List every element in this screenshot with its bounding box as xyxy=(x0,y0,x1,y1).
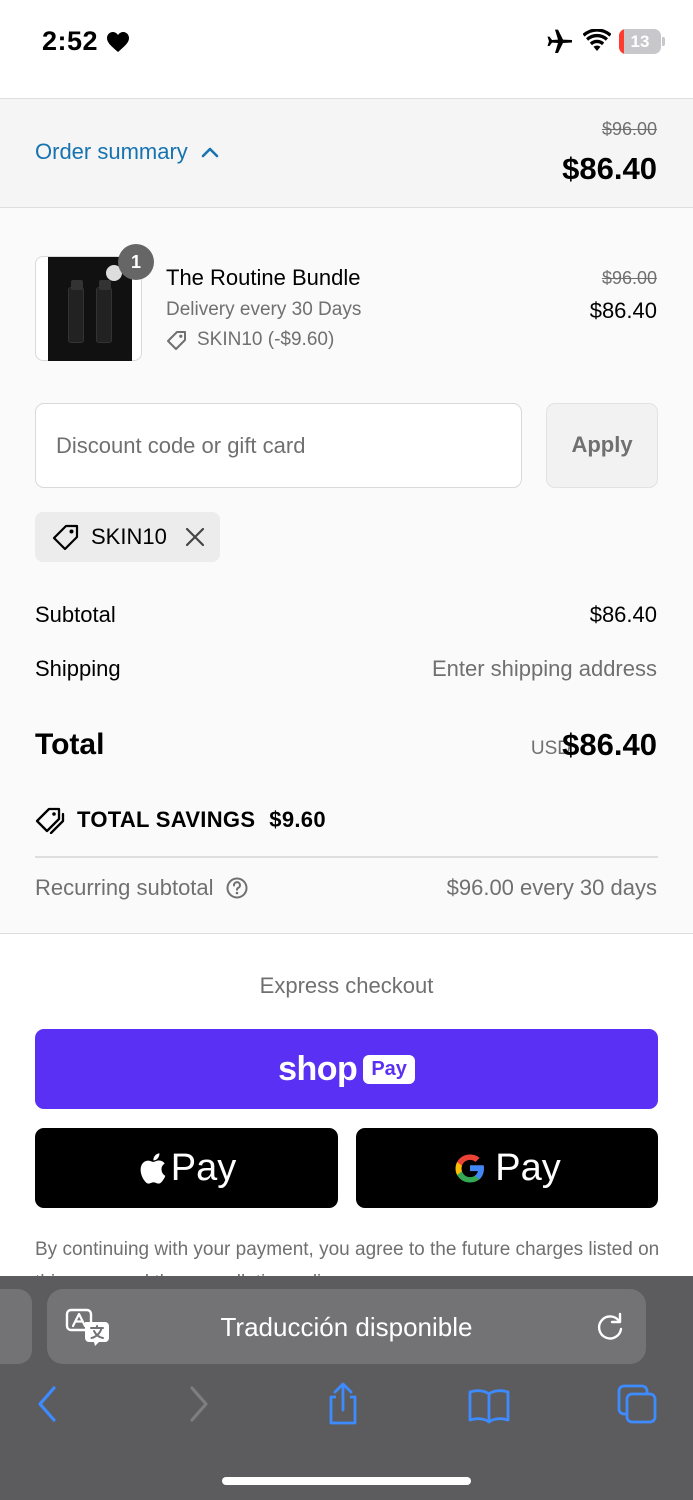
shop-pay-badge: Pay xyxy=(363,1054,415,1084)
summary-original-total: $96.00 xyxy=(601,119,657,139)
product-discount-line: SKIN10 (-$9.60) xyxy=(166,329,334,351)
product-discount-text: SKIN10 (-$9.60) xyxy=(197,329,335,350)
shop-pay-button[interactable]: shop Pay xyxy=(35,1029,658,1109)
order-summary-bar: Order summary $96.00 $86.40 xyxy=(0,98,693,208)
order-details: 1 The Routine Bundle Delivery every 30 D… xyxy=(0,208,693,934)
applied-discount-chip: SKIN10 xyxy=(35,512,220,562)
savings-label: TOTAL SAVINGS xyxy=(77,807,256,832)
product-price: $86.40 xyxy=(589,298,657,323)
battery-level: 13 xyxy=(630,32,650,51)
translation-text: Traducción disponible xyxy=(220,1312,473,1342)
reload-icon[interactable] xyxy=(595,1312,625,1342)
status-bar: 2:52 13 xyxy=(0,0,693,98)
safari-toolbar: Traducción disponible xyxy=(0,1276,693,1500)
subtotal-label: Subtotal xyxy=(35,602,116,627)
forward-icon[interactable] xyxy=(176,1382,220,1426)
previous-tab-pill[interactable] xyxy=(0,1289,32,1364)
tabs-icon[interactable] xyxy=(615,1382,659,1426)
share-icon[interactable] xyxy=(321,1382,365,1426)
bookmarks-icon[interactable] xyxy=(467,1382,511,1426)
applied-discount-code: SKIN10 xyxy=(91,524,167,549)
savings-value: $9.60 xyxy=(269,807,326,832)
recurring-subtotal: Recurring subtotal xyxy=(35,875,248,901)
chevron-up-icon xyxy=(201,147,219,158)
home-indicator xyxy=(222,1477,471,1485)
recurring-subtotal-value: $96.00 every 30 days xyxy=(446,875,657,900)
wifi-icon xyxy=(583,29,611,51)
status-time: 2:52 xyxy=(42,26,99,56)
order-summary-toggle[interactable]: Order summary xyxy=(35,139,220,165)
tag-icon xyxy=(52,524,79,551)
total-label: Total xyxy=(35,728,105,761)
battery-indicator: 13 xyxy=(619,29,665,54)
subtotal-value: $86.40 xyxy=(589,602,657,627)
divider xyxy=(35,856,658,858)
apply-button[interactable]: Apply xyxy=(546,403,658,488)
total-value: $86.40 xyxy=(562,727,657,762)
google-pay-label: Pay xyxy=(495,1146,561,1189)
airplane-icon xyxy=(547,29,572,53)
discount-code-input[interactable] xyxy=(35,403,522,488)
savings-tag-icon xyxy=(35,807,65,834)
back-icon[interactable] xyxy=(26,1382,70,1426)
google-pay-button[interactable]: Pay xyxy=(356,1128,658,1208)
apple-pay-label: Pay xyxy=(170,1146,237,1189)
legal-text: By continuing with your payment, you agr… xyxy=(35,1239,660,1277)
quantity-badge: 1 xyxy=(118,244,154,280)
google-g-icon xyxy=(455,1154,485,1183)
heart-icon xyxy=(107,32,129,52)
express-checkout-title: Express checkout xyxy=(259,973,434,998)
order-summary-label: Order summary xyxy=(35,139,188,164)
product-original-price: $96.00 xyxy=(601,268,657,288)
total-savings: TOTAL SAVINGS $9.60 xyxy=(35,806,326,834)
shipping-label: Shipping xyxy=(35,656,121,681)
summary-total: $86.40 xyxy=(562,151,657,186)
apple-icon xyxy=(140,1153,166,1184)
product-delivery: Delivery every 30 Days xyxy=(166,299,362,320)
product-title: The Routine Bundle xyxy=(166,265,361,290)
close-icon[interactable] xyxy=(185,527,205,547)
tag-icon xyxy=(167,331,186,350)
shipping-value: Enter shipping address xyxy=(431,656,657,681)
apple-pay-button[interactable]: Pay xyxy=(35,1128,338,1208)
shop-pay-wordmark: shop xyxy=(278,1049,358,1088)
help-icon[interactable] xyxy=(226,877,248,899)
recurring-subtotal-label: Recurring subtotal xyxy=(35,875,214,900)
translation-banner[interactable]: Traducción disponible xyxy=(47,1289,646,1364)
